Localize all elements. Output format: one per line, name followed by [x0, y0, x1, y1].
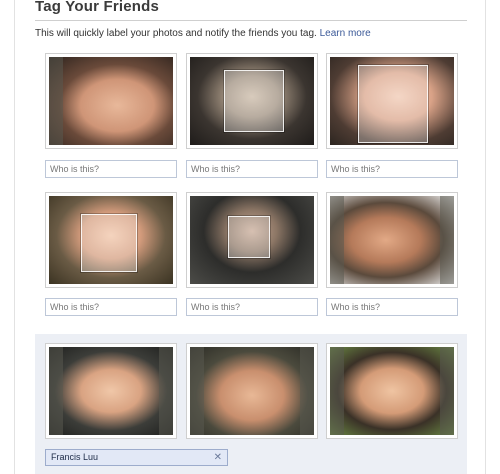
dialog-description: This will quickly label your photos and … — [35, 28, 371, 39]
who-is-this-input-1[interactable] — [45, 160, 177, 178]
person-1-face-photo[interactable] — [49, 57, 173, 145]
tagged-face-card-3 — [326, 343, 458, 439]
who-is-this-input-4[interactable] — [45, 298, 177, 316]
tagged-name: Francis Luu — [51, 452, 99, 462]
person-5-face-photo[interactable] — [190, 196, 314, 284]
face-card-1 — [45, 53, 177, 149]
person-6-face-photo[interactable] — [330, 196, 454, 284]
face-card-6 — [326, 192, 458, 288]
face-detection-box — [81, 214, 137, 272]
face-photo-frame — [186, 53, 318, 149]
tagged-face-photo-2[interactable] — [190, 347, 314, 435]
who-is-this-input-2[interactable] — [186, 160, 318, 178]
photo-crop-edge — [159, 347, 173, 435]
tagged-face-card-2 — [186, 343, 318, 439]
description-text: This will quickly label your photos and … — [35, 28, 317, 39]
face-photo-frame — [186, 192, 318, 288]
photo-crop-edge — [49, 57, 63, 145]
face-photo-frame — [326, 343, 458, 439]
who-is-this-input-5[interactable] — [186, 298, 318, 316]
face-card-5 — [186, 192, 318, 288]
tagged-face-card-1 — [45, 343, 177, 439]
face-photo-frame — [326, 53, 458, 149]
face-card-4 — [45, 192, 177, 288]
face-detection-box — [358, 65, 428, 143]
face-photo-frame — [326, 192, 458, 288]
photo-crop-edge — [440, 196, 454, 284]
photo-crop-edge — [330, 196, 344, 284]
photo-crop-edge — [190, 347, 204, 435]
face-photo-frame — [186, 343, 318, 439]
tagged-name-token[interactable]: Francis Luu ✕ — [45, 449, 228, 466]
page-title: Tag Your Friends — [35, 0, 160, 15]
face-detection-box — [228, 216, 270, 258]
face-photo-frame — [45, 53, 177, 149]
person-2-face-photo[interactable] — [190, 57, 314, 145]
close-icon[interactable]: ✕ — [214, 450, 222, 465]
person-3-face-photo[interactable] — [330, 57, 454, 145]
who-is-this-input-6[interactable] — [326, 298, 458, 316]
face-photo-frame — [45, 343, 177, 439]
face-card-2 — [186, 53, 318, 149]
photo-crop-edge — [330, 347, 344, 435]
tagged-face-photo-3[interactable] — [330, 347, 454, 435]
tag-friends-dialog: Tag Your Friends This will quickly label… — [14, 0, 486, 474]
title-divider — [35, 20, 467, 21]
face-detection-box — [224, 70, 284, 132]
tagged-face-photo-1[interactable] — [49, 347, 173, 435]
face-card-3 — [326, 53, 458, 149]
person-4-face-photo[interactable] — [49, 196, 173, 284]
face-photo-frame — [45, 192, 177, 288]
who-is-this-input-3[interactable] — [326, 160, 458, 178]
learn-more-link[interactable]: Learn more — [320, 28, 371, 39]
photo-crop-edge — [49, 347, 63, 435]
photo-crop-edge — [300, 347, 314, 435]
photo-crop-edge — [440, 347, 454, 435]
